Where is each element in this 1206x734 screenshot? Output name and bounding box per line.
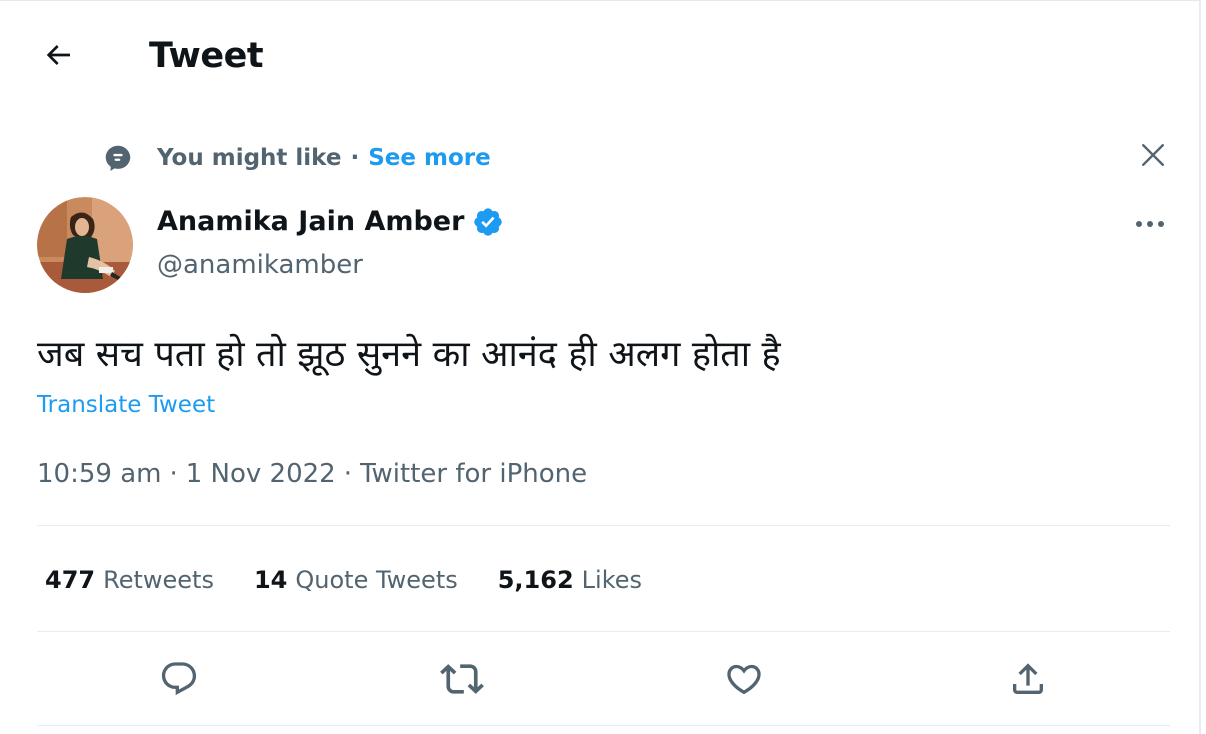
quote-tweets-stat[interactable]: 14 Quote Tweets <box>254 562 458 598</box>
back-arrow-icon <box>42 39 74 75</box>
share-button[interactable] <box>1006 659 1050 703</box>
tweet-text: जब सच पता हो तो झूठ सुनने का आनंद ही अलग… <box>37 334 781 375</box>
likes-label: Likes <box>581 566 643 594</box>
verified-badge-icon <box>472 206 504 238</box>
retweet-button[interactable] <box>440 659 484 703</box>
meta-separator: · <box>169 459 178 489</box>
page-title: Tweet <box>149 36 264 76</box>
like-button[interactable] <box>722 659 766 703</box>
tweet-date[interactable]: 1 Nov 2022 <box>186 456 336 492</box>
author-name[interactable]: Anamika Jain Amber <box>157 204 504 240</box>
context-separator: · <box>350 145 360 171</box>
retweets-count: 477 <box>45 566 96 594</box>
divider <box>37 631 1170 632</box>
speech-bubble-icon <box>104 144 132 172</box>
divider <box>37 525 1170 526</box>
author-handle[interactable]: @anamikamber <box>157 247 363 283</box>
context-label: You might like <box>157 145 342 171</box>
tweet-source[interactable]: Twitter for iPhone <box>360 456 587 492</box>
translate-tweet-link[interactable]: Translate Tweet <box>37 389 215 421</box>
heart-icon <box>724 659 764 703</box>
quotes-label: Quote Tweets <box>295 566 458 594</box>
likes-count: 5,162 <box>497 566 574 594</box>
meta-separator: · <box>343 459 352 489</box>
back-button[interactable] <box>38 37 78 77</box>
see-more-link[interactable]: See more <box>368 145 490 171</box>
dismiss-button[interactable] <box>1136 140 1170 174</box>
author-name-text: Anamika Jain Amber <box>157 206 465 237</box>
more-horizontal-icon <box>1134 214 1166 233</box>
tweet-stats: 477 Retweets 14 Quote Tweets 5,162 Likes <box>45 562 682 598</box>
share-icon <box>1008 659 1048 703</box>
page-header: Tweet <box>0 1 1199 111</box>
avatar[interactable] <box>37 197 133 293</box>
close-icon <box>1140 142 1166 172</box>
tweet-time[interactable]: 10:59 am <box>37 456 161 492</box>
recommendation-context: You might like · See more <box>104 141 491 175</box>
divider <box>37 725 1170 726</box>
tweet-metadata: 10:59 am · 1 Nov 2022 · Twitter for iPho… <box>37 456 587 492</box>
reply-button[interactable] <box>157 659 201 703</box>
tweet-page: Tweet You might like · See more Anamika … <box>0 0 1201 734</box>
retweet-icon <box>440 657 484 705</box>
retweets-label: Retweets <box>103 566 214 594</box>
likes-stat[interactable]: 5,162 Likes <box>498 562 642 598</box>
quotes-count: 14 <box>253 566 288 594</box>
reply-icon <box>159 659 199 703</box>
more-options-button[interactable] <box>1130 209 1170 237</box>
retweets-stat[interactable]: 477 Retweets <box>45 562 214 598</box>
